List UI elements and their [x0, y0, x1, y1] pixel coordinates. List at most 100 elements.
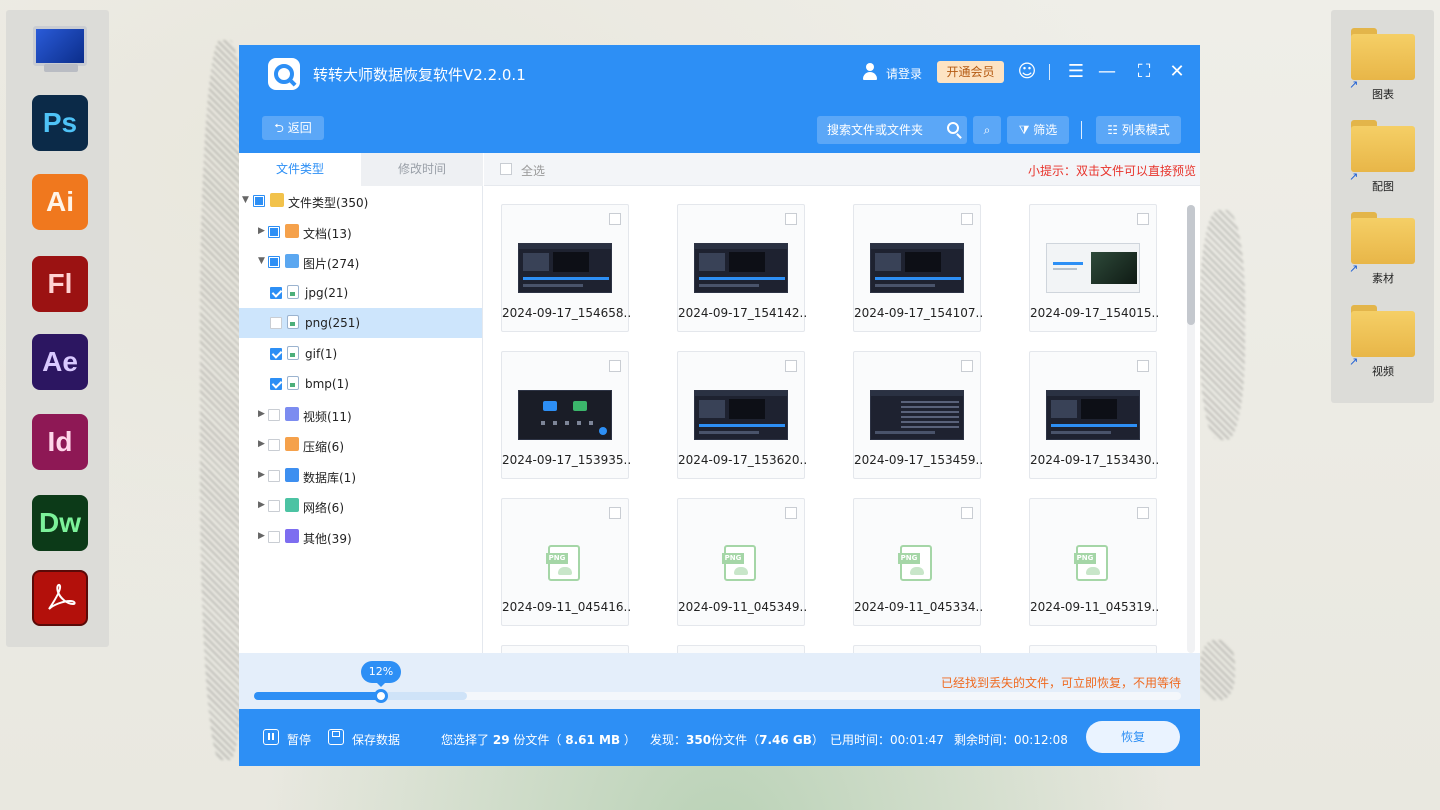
acrobat-icon[interactable]	[32, 570, 88, 626]
tree-item[interactable]: ▶ 数据库(1)	[239, 461, 482, 491]
file-card[interactable]: 2024-09-17_153459...	[853, 351, 982, 479]
illustrator-icon[interactable]: Ai	[32, 174, 88, 230]
after-effects-icon[interactable]: Ae	[32, 334, 88, 390]
tree-checkbox[interactable]	[268, 256, 280, 268]
caret-right-icon[interactable]: ▶	[258, 439, 265, 449]
tree-checkbox[interactable]	[270, 347, 282, 360]
advanced-search-button[interactable]: ⌕	[973, 116, 1001, 144]
tree-item[interactable]: ▶ 网络(6)	[239, 491, 482, 521]
computer-icon[interactable]	[32, 18, 88, 74]
tree-checkbox[interactable]	[268, 469, 280, 482]
vip-button[interactable]: 开通会员	[937, 61, 1004, 83]
save-data-button[interactable]: 保存数据	[352, 731, 400, 748]
dreamweaver-icon[interactable]: Dw	[32, 495, 88, 551]
tree-checkbox[interactable]	[270, 378, 282, 390]
content-scrollbar[interactable]	[1187, 205, 1195, 653]
file-card[interactable]: PNG 2024-09-11_045349...	[677, 498, 806, 626]
file-card[interactable]: PNG 2024-09-11_045416...	[501, 498, 630, 626]
file-card[interactable]: 2024-09-17_153620...	[677, 351, 806, 479]
scrollbar-thumb[interactable]	[1187, 205, 1195, 325]
menu-icon[interactable]: ☰	[1065, 61, 1087, 83]
tree-item[interactable]: bmp(1)	[239, 369, 482, 399]
caret-right-icon[interactable]: ▶	[258, 531, 265, 541]
file-checkbox[interactable]	[961, 213, 973, 225]
tree-checkbox[interactable]	[270, 317, 282, 329]
file-card[interactable]	[853, 645, 981, 653]
file-checkbox[interactable]	[785, 360, 797, 372]
select-all-label[interactable]: 全选	[521, 162, 545, 179]
file-card[interactable]: 2024-09-17_154015...	[1029, 204, 1158, 332]
desktop-folder[interactable]: ↗ 配图	[1349, 112, 1415, 193]
tab-file-type[interactable]: 文件类型	[239, 153, 361, 186]
tree-checkbox[interactable]	[270, 286, 282, 299]
file-card[interactable]	[677, 645, 805, 653]
tree-item[interactable]: ▶ 其他(39)	[239, 522, 482, 552]
file-checkbox[interactable]	[609, 213, 621, 225]
file-checkbox[interactable]	[609, 507, 621, 519]
tree-checkbox[interactable]	[268, 530, 280, 543]
tab-modified-time[interactable]: 修改时间	[361, 153, 483, 186]
login-link[interactable]: 请登录	[886, 65, 922, 82]
file-card[interactable]: PNG 2024-09-11_045319...	[1029, 498, 1158, 626]
file-checkbox[interactable]	[961, 360, 973, 372]
close-icon[interactable]: ✕	[1166, 61, 1188, 83]
support-icon[interactable]: ☺	[1016, 61, 1038, 83]
tree-item[interactable]: ▶ 压缩(6)	[239, 430, 482, 460]
desktop-folder[interactable]: ↗ 素材	[1349, 204, 1415, 285]
file-checkbox[interactable]	[1137, 507, 1149, 519]
tree-checkbox[interactable]	[268, 225, 280, 238]
file-card[interactable]	[501, 645, 629, 653]
tree-item[interactable]: png(251)	[239, 308, 482, 338]
file-card[interactable]: 2024-09-17_153430...	[1029, 351, 1158, 479]
pause-icon[interactable]	[263, 729, 279, 745]
file-card[interactable]	[1029, 645, 1157, 653]
search-icon[interactable]	[947, 122, 959, 134]
file-card[interactable]: 2024-09-17_154107...	[853, 204, 982, 332]
png-file-icon: PNG	[1074, 545, 1108, 581]
file-checkbox[interactable]	[1137, 360, 1149, 372]
back-button[interactable]: ⮌ 返回	[262, 116, 324, 140]
other-icon	[285, 528, 299, 543]
file-card[interactable]: 2024-09-17_154142...	[677, 204, 806, 332]
photoshop-icon[interactable]: Ps	[32, 95, 88, 151]
caret-down-icon[interactable]: ▼	[258, 256, 265, 266]
search-input[interactable]	[827, 121, 937, 139]
caret-down-icon[interactable]: ▼	[242, 195, 249, 205]
filter-button[interactable]: ⧩ 筛选	[1007, 116, 1069, 144]
file-checkbox[interactable]	[785, 507, 797, 519]
caret-right-icon[interactable]: ▶	[258, 409, 265, 419]
tree-item[interactable]: ▼ 图片(274)	[239, 247, 482, 277]
file-card[interactable]: 2024-09-17_153935...	[501, 351, 630, 479]
file-card[interactable]: 2024-09-17_154658...	[501, 204, 630, 332]
tree-checkbox[interactable]	[268, 439, 280, 451]
tree-item[interactable]: jpg(21)	[239, 278, 482, 308]
tree-item[interactable]: gif(1)	[239, 339, 482, 369]
maximize-icon[interactable]: ⛶	[1133, 61, 1155, 83]
minimize-icon[interactable]: —	[1096, 61, 1118, 83]
tree-checkbox[interactable]	[268, 408, 280, 421]
file-card[interactable]: PNG 2024-09-11_045334...	[853, 498, 982, 626]
select-all-checkbox[interactable]	[500, 163, 512, 175]
caret-right-icon[interactable]: ▶	[258, 226, 265, 236]
pause-button[interactable]: 暂停	[287, 731, 311, 748]
tree-item[interactable]: ▼ 文件类型(350)	[239, 186, 482, 216]
list-mode-button[interactable]: ☷ 列表模式	[1096, 116, 1181, 144]
tree-item[interactable]: ▶ 视频(11)	[239, 400, 482, 430]
save-icon[interactable]	[328, 729, 344, 745]
desktop-folder[interactable]: ↗ 图表	[1349, 20, 1415, 101]
elapsed-time: 已用时间：00:01:47	[830, 733, 944, 747]
flash-icon[interactable]: Fl	[32, 256, 88, 312]
tree-item[interactable]: ▶ 文档(13)	[239, 217, 482, 247]
file-checkbox[interactable]	[785, 213, 797, 225]
caret-right-icon[interactable]: ▶	[258, 500, 265, 510]
file-checkbox[interactable]	[961, 507, 973, 519]
tree-checkbox[interactable]	[268, 500, 280, 512]
file-checkbox[interactable]	[609, 360, 621, 372]
desktop-folder[interactable]: ↗ 视频	[1349, 297, 1415, 378]
file-checkbox[interactable]	[1137, 213, 1149, 225]
tree-checkbox[interactable]	[253, 195, 265, 207]
caret-right-icon[interactable]: ▶	[258, 470, 265, 480]
user-icon[interactable]	[862, 63, 878, 81]
recover-button[interactable]: 恢复	[1086, 721, 1180, 753]
indesign-icon[interactable]: Id	[32, 414, 88, 470]
